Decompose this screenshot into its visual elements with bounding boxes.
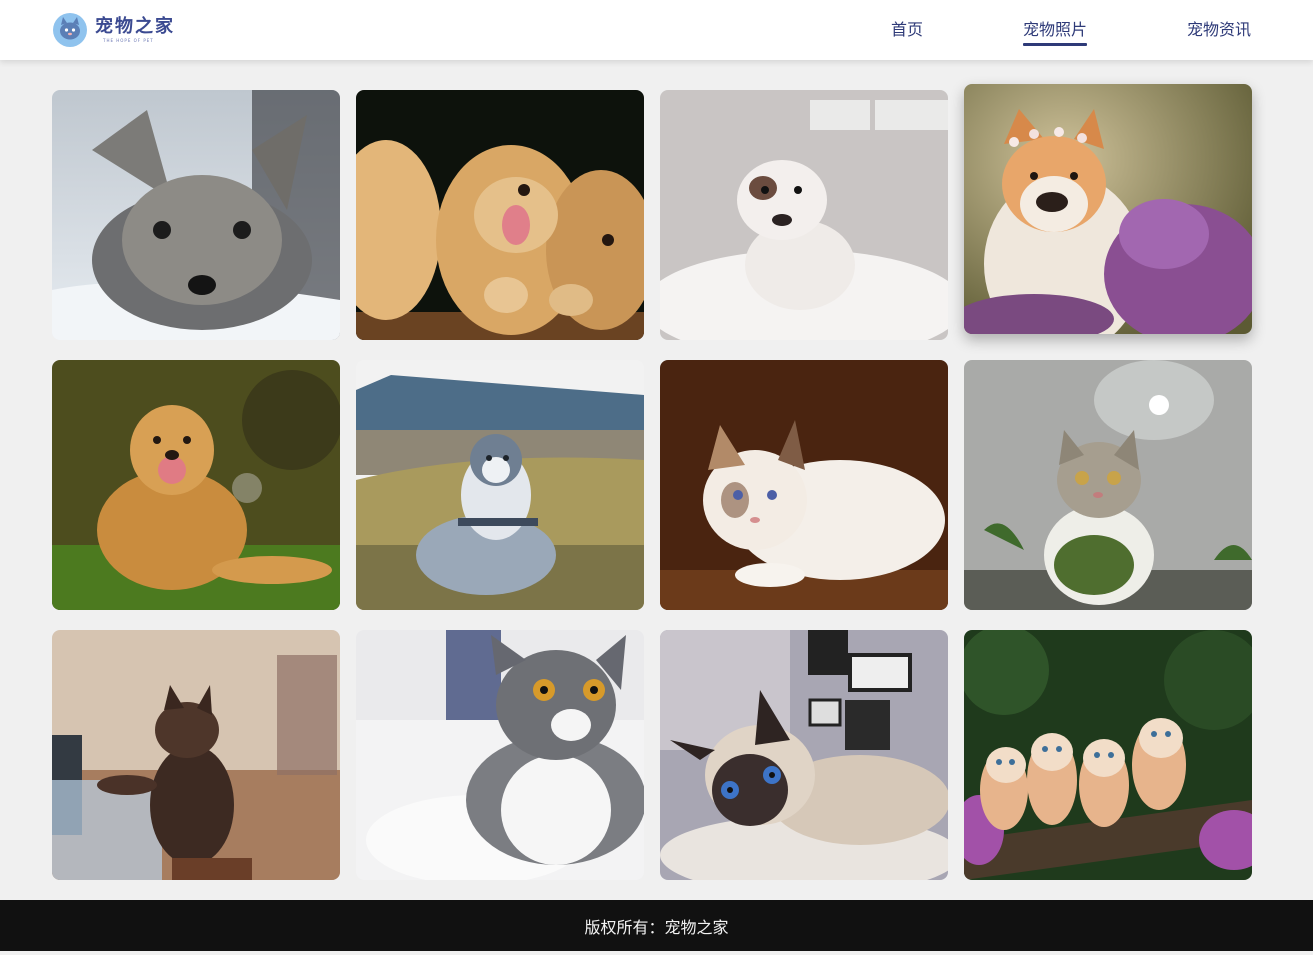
nav-home[interactable]: 首页 <box>891 0 923 60</box>
copyright-text: 版权所有：宠物之家 <box>584 917 729 937</box>
site-logo[interactable]: 宠物之家 THE HOPE OF PET <box>52 12 175 48</box>
photo-orange-kittens-branch[interactable] <box>964 630 1252 880</box>
photo-golden-retriever-grass[interactable] <box>52 360 340 610</box>
photo-siamese-cat[interactable] <box>660 630 948 880</box>
main-nav: 首页 宠物照片 宠物资讯 <box>891 0 1251 60</box>
logo-title: 宠物之家 <box>95 15 175 37</box>
site-header: 宠物之家 THE HOPE OF PET 首页 宠物照片 宠物资讯 <box>0 0 1313 60</box>
photo-tabby-cat-scarf[interactable] <box>964 360 1252 610</box>
photo-bulldog-puppy[interactable] <box>660 90 948 340</box>
photo-yorkie-puppy[interactable] <box>52 90 340 340</box>
nav-pet-photos[interactable]: 宠物照片 <box>1022 0 1087 60</box>
photo-ragdoll-cat[interactable] <box>660 360 948 610</box>
photo-fluffy-kitten-piano[interactable] <box>52 630 340 880</box>
nav-pet-news[interactable]: 宠物资讯 <box>1187 0 1251 60</box>
photo-akita-flower-crown[interactable] <box>964 84 1252 334</box>
photo-british-shorthair-cat[interactable] <box>356 630 644 880</box>
photo-husky-field[interactable] <box>356 360 644 610</box>
pet-logo-icon <box>53 13 87 47</box>
photo-golden-retriever-puppies[interactable] <box>356 90 644 340</box>
photo-gallery <box>52 84 1252 880</box>
logo-subtitle: THE HOPE OF PET <box>103 37 154 43</box>
site-footer: 版权所有：宠物之家 <box>0 900 1313 951</box>
